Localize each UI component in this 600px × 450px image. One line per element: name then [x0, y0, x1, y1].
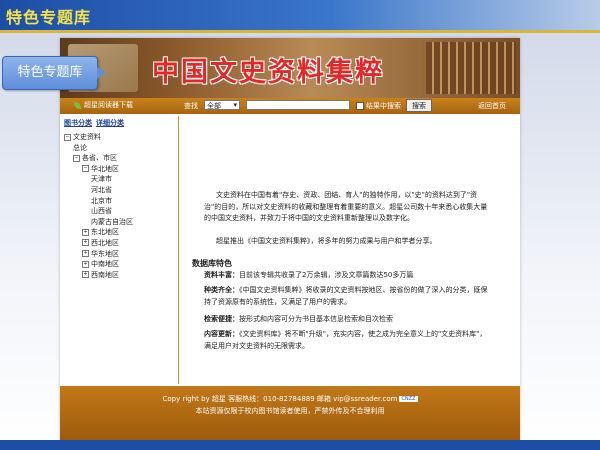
tree-item[interactable]: 山西省 [64, 206, 133, 217]
feature-1-text: 目前该专辑共收录了2万余辑，涉及文章篇数达50多万篇 [239, 271, 414, 279]
tree-item[interactable]: + 中南地区 [64, 259, 133, 270]
feature-3-text: 按形式和内容可分为书目基本信息检索和目次检索 [239, 315, 393, 323]
website-frame: 中国文史资料集粹 超星阅读器下载 查找 全部 结果中搜索 搜索 返回首页 图书分… [60, 38, 520, 443]
slide-title: 特色专题库 [6, 8, 92, 27]
features-heading: 数据库特色 [192, 259, 232, 268]
tree-item-label: 东北地区 [91, 228, 119, 237]
banner-title: 中国文史资料集粹 [152, 57, 384, 88]
footer-notice: 本站资源仅限于校内图书馆读者使用，严禁外传及不合理利用 [195, 407, 385, 415]
tree-item-label: 内蒙古自治区 [91, 217, 133, 226]
search-navbar: 超星阅读器下载 查找 全部 结果中搜索 搜索 返回首页 [60, 98, 520, 114]
cnzz-badge[interactable]: CNZZ [399, 396, 418, 402]
tree-item-label: 华北地区 [91, 164, 119, 173]
banner-books-image [426, 42, 516, 94]
category-sidebar: 图书分类 详细分类 − 文史资料 总论 − 各省、市区 − 华北地区 天津市 河北省 北京市 山西省… [60, 116, 179, 384]
site-banner: 中国文史资料集粹 [60, 38, 520, 98]
tree-toggle-icon[interactable]: + [82, 260, 89, 268]
search-scope-select[interactable]: 全部 [204, 100, 240, 110]
tree-item-label: 各省、市区 [82, 154, 117, 163]
feature-2: 种类齐全：《中国文史资料集粹》将收录的文史资料按地区、按省份的做了深入的分类，既… [204, 285, 490, 308]
main-content: 文史资料在中国有着"存史、资政、团结、育人"的独特作用，以"史"的资料达到了"资… [182, 116, 512, 384]
feature-3-label: 检索便捷： [204, 315, 239, 323]
tree-toggle-icon[interactable]: − [82, 165, 89, 173]
search-label: 查找 [184, 102, 198, 110]
feature-2-label: 种类齐全： [204, 286, 239, 294]
feature-3: 检索便捷：按形式和内容可分为书目基本信息检索和目次检索 [204, 314, 490, 326]
tree-item[interactable]: + 东北地区 [64, 227, 133, 238]
feature-4: 内容更新：《文史资料库》将不断"升级"，充实内容，使之成为完全意义上的"文史资料… [204, 329, 490, 352]
feature-1-label: 资料丰富： [204, 271, 239, 279]
intro-paragraph-2: 超星推出《中国文史资料集粹》，将多年的努力成果与用户和学者分享。 [216, 237, 437, 245]
tree-item[interactable]: + 西南地区 [64, 270, 133, 281]
tree-toggle-icon[interactable]: + [82, 250, 89, 258]
tree-toggle-icon[interactable]: + [82, 239, 89, 247]
tree-item-label: 文史资料 [73, 133, 101, 141]
feature-4-label: 内容更新： [204, 330, 239, 338]
tree-item[interactable]: + 华东地区 [64, 249, 133, 260]
search-input[interactable] [246, 100, 350, 110]
tree-item-label: 西南地区 [91, 270, 119, 279]
tree-item-label: 北京市 [91, 196, 112, 205]
feature-2-text: 《中国文史资料集粹》将收录的文史资料按地区、按省份的做了深入的分类，既保持了资源… [204, 286, 488, 306]
tree-toggle-icon[interactable]: + [82, 228, 89, 236]
tree-item-label: 中南地区 [91, 260, 119, 269]
tree-item[interactable]: 天津市 [64, 174, 133, 185]
tree-toggle-icon[interactable]: − [64, 133, 71, 141]
feature-1: 资料丰富：目前该专辑共收录了2万余辑，涉及文章篇数达50多万篇 [204, 270, 490, 282]
footer-copyright: Copy right by 超星 客服热线：010-82784889 邮箱 vi… [162, 395, 398, 403]
home-link[interactable]: 返回首页 [478, 101, 506, 111]
search-button[interactable]: 搜索 [406, 99, 432, 112]
tree-toggle-icon[interactable]: + [82, 271, 89, 279]
leaf-icon [74, 101, 81, 109]
tree-item[interactable]: − 华北地区 [64, 164, 133, 175]
tree-item-label: 总论 [73, 143, 87, 152]
footer-contact: Copy right by 超星 客服热线：010-82784889 邮箱 vi… [60, 394, 520, 404]
slide-bottom-bar [0, 440, 600, 450]
feature-4-text: 《文史资料库》将不断"升级"，充实内容，使之成为完全意义上的"文史资料库"，满足… [204, 330, 487, 350]
tree-item[interactable]: 河北省 [64, 185, 133, 196]
tree-item[interactable]: − 文史资料 [64, 132, 133, 143]
tree-item-label: 华东地区 [91, 249, 119, 258]
tree-item-label: 河北省 [91, 185, 112, 194]
tab-detail-category[interactable]: 详细分类 [96, 118, 124, 128]
reader-download-label: 超星阅读器下载 [84, 101, 133, 109]
tree-item[interactable]: 内蒙古自治区 [64, 217, 133, 228]
tree-item-label: 天津市 [91, 175, 112, 184]
tree-item-label: 西北地区 [91, 238, 119, 247]
tree-item[interactable]: 北京市 [64, 196, 133, 207]
tab-book-category[interactable]: 图书分类 [64, 118, 92, 128]
callout-label: 特色专题库 [2, 56, 106, 90]
tree-item[interactable]: + 西北地区 [64, 238, 133, 249]
tree-toggle-icon[interactable]: − [73, 154, 80, 162]
slide-header-rule [0, 30, 600, 33]
search-in-results-label: 结果中搜索 [366, 102, 401, 110]
category-tree: − 文史资料 总论 − 各省、市区 − 华北地区 天津市 河北省 北京市 山西省 内蒙古自治区 + 东北地… [64, 132, 133, 280]
search-in-results-checkbox[interactable] [356, 102, 364, 110]
site-footer: Copy right by 超星 客服热线：010-82784889 邮箱 vi… [60, 386, 520, 443]
tree-item[interactable]: − 各省、市区 [64, 153, 133, 164]
tree-item[interactable]: 总论 [64, 143, 133, 154]
tree-item-label: 山西省 [91, 207, 112, 216]
reader-download-link[interactable]: 超星阅读器下载 [74, 100, 133, 110]
intro-paragraph-1: 文史资料在中国有着"存史、资政、团结、育人"的独特作用，以"史"的资料达到了"资… [204, 191, 488, 222]
